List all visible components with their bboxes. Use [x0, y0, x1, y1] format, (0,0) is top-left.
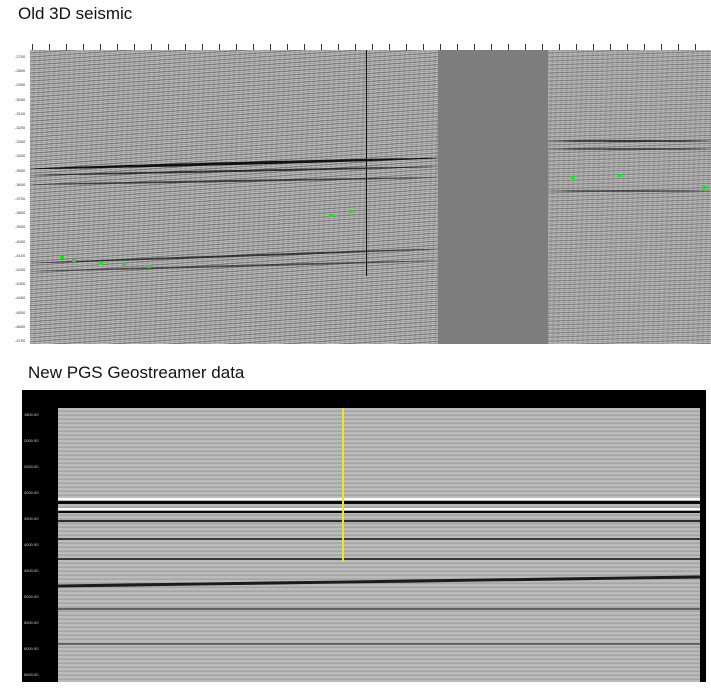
old-depth-label: -2900	[15, 82, 26, 88]
old-seismic-section-right	[548, 50, 711, 344]
old-depth-label: -3800	[15, 210, 26, 216]
horizon-pick	[702, 186, 706, 189]
horizon-pick	[571, 176, 575, 179]
old-depth-label: -4300	[15, 281, 26, 287]
horizon-pick	[122, 263, 126, 266]
new-depth-axis: 1800.00 2000.00 2500.00 3000.00 3500.00 4000.…	[22, 408, 58, 682]
horizon-pick	[60, 256, 64, 259]
old-seismic-section-left	[30, 50, 438, 344]
old-trace-header	[14, 34, 711, 50]
old-depth-label: -4400	[15, 295, 26, 301]
old-depth-label: -3000	[15, 96, 26, 102]
old-depth-label: -4100	[15, 252, 26, 258]
new-depth-label: 2500.00	[24, 464, 39, 469]
new-depth-label: 3500.00	[24, 516, 39, 521]
old-depth-label: -3600	[15, 181, 26, 187]
old-seismic-title: Old 3D seismic	[18, 4, 133, 23]
old-depth-label: -4500	[15, 309, 26, 315]
new-depth-label: 2000.00	[24, 438, 39, 443]
new-depth-label: 5500.00	[24, 620, 39, 625]
new-well-marker	[342, 408, 344, 562]
horizon-pick	[147, 265, 151, 268]
horizon-pick	[349, 210, 353, 213]
old-well-line	[366, 50, 367, 276]
horizon-pick	[329, 214, 333, 217]
old-data-gap	[438, 50, 548, 344]
old-depth-label: -2700	[15, 54, 26, 59]
old-depth-label: -4700	[15, 338, 26, 343]
old-depth-label: -4200	[15, 267, 26, 272]
old-seismic-panel: -2700 -2800 -2900 -3000 -3100 -3200 -3300 -3400…	[14, 34, 711, 344]
horizon-pick	[72, 259, 76, 262]
new-depth-label: 4000.00	[24, 542, 39, 547]
old-depth-axis: -2700 -2800 -2900 -3000 -3100 -3200 -3300 -3400…	[14, 50, 30, 344]
new-seismic-panel: 1800.00 2000.00 2500.00 3000.00 3500.00 4000.…	[22, 390, 706, 682]
new-seismic-title: New PGS Geostreamer data	[28, 363, 245, 382]
new-depth-label: 3000.00	[24, 490, 39, 495]
new-depth-label: 1800.00	[24, 412, 39, 417]
new-depth-label: 6500.00	[24, 672, 39, 677]
old-depth-label: -3200	[15, 125, 26, 130]
new-seismic-section	[58, 408, 700, 682]
old-depth-label: -3900	[15, 224, 26, 230]
new-depth-label: 6000.00	[24, 646, 39, 651]
old-depth-label: -4000	[15, 238, 26, 244]
old-depth-label: -3400	[15, 153, 26, 159]
new-depth-label: 5000.00	[24, 594, 39, 599]
new-top-bar	[22, 390, 706, 408]
old-depth-label: -3500	[15, 167, 26, 173]
old-depth-label: -4600	[15, 323, 26, 329]
old-depth-label: -3300	[15, 139, 26, 145]
old-depth-label: -2800	[15, 68, 26, 74]
horizon-pick	[99, 262, 103, 265]
old-depth-label: -3100	[15, 110, 26, 116]
new-depth-label: 4500.00	[24, 568, 39, 573]
old-depth-label: -3700	[15, 196, 26, 201]
horizon-pick	[618, 174, 622, 177]
